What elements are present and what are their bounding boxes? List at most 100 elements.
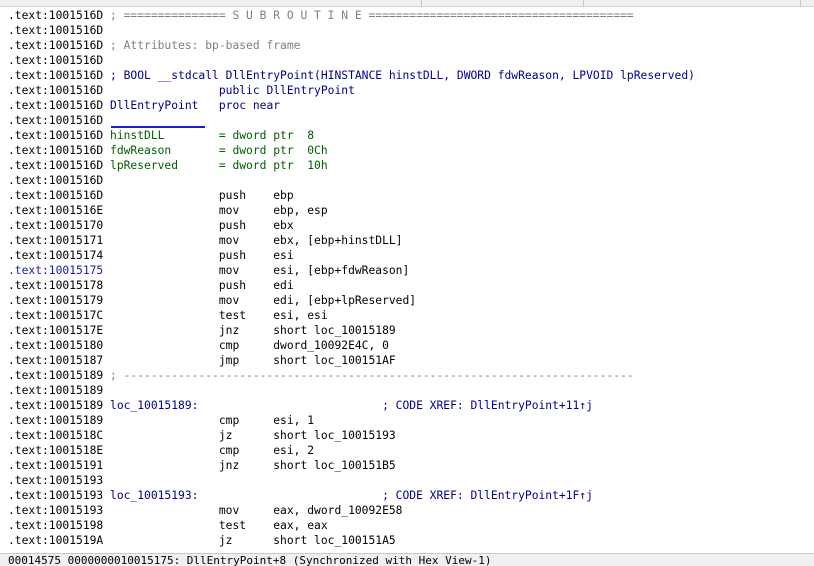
line-address: .text:1001518E: [8, 444, 104, 457]
tab-separator: [800, 0, 801, 6]
listing-line[interactable]: .text:1001516D: [8, 53, 814, 68]
listing-line[interactable]: .text:10015175 mov esi, [ebp+fdwReason]: [8, 263, 814, 278]
listing-line[interactable]: .text:10015178 push edi: [8, 278, 814, 293]
line-address: .text:1001516D: [8, 159, 104, 172]
line-address: .text:10015175: [8, 264, 104, 277]
line-text: mov eax, dword_10092E58: [103, 504, 403, 517]
line-address: .text:1001516D: [8, 114, 104, 127]
line-text: mov edi, [ebp+lpReserved]: [103, 294, 417, 307]
listing-line[interactable]: .text:1001518C jz short loc_10015193: [8, 428, 814, 443]
line-address: .text:1001516D: [8, 99, 104, 112]
line-address: .text:10015170: [8, 219, 104, 232]
listing-line[interactable]: .text:1001516D: [8, 173, 814, 188]
line-address: .text:10015198: [8, 519, 104, 532]
line-text: jz short loc_100151A5: [103, 534, 396, 547]
listing-line[interactable]: .text:1001516D DllEntryPoint proc near: [8, 98, 814, 113]
line-text: DllEntryPoint proc near: [103, 99, 281, 112]
line-address: .text:1001516D: [8, 129, 104, 142]
listing-line[interactable]: .text:10015170 push ebx: [8, 218, 814, 233]
line-address: .text:10015180: [8, 339, 104, 352]
listing-line[interactable]: .text:10015193 mov eax, dword_10092E58: [8, 503, 814, 518]
line-address: .text:1001519A: [8, 534, 104, 547]
line-address: .text:10015187: [8, 354, 104, 367]
line-text: jnz short loc_100151B5: [103, 459, 396, 472]
listing-line[interactable]: .text:1001519A jz short loc_100151A5: [8, 533, 814, 548]
line-text: ; --------------------------------------…: [103, 369, 634, 382]
listing-line[interactable]: .text:1001516D lpReserved = dword ptr 10…: [8, 158, 814, 173]
line-text: loc_10015189: ; CODE XREF: DllEntryPoint…: [103, 399, 593, 412]
line-text: mov ebx, [ebp+hinstDLL]: [103, 234, 403, 247]
listing-line[interactable]: .text:10015180 cmp dword_10092E4C, 0: [8, 338, 814, 353]
line-text: jz short loc_10015193: [103, 429, 396, 442]
listing-line[interactable]: .text:1001518E cmp esi, 2: [8, 443, 814, 458]
listing-line[interactable]: .text:1001516D ; BOOL __stdcall DllEntry…: [8, 68, 814, 83]
listing-line[interactable]: .text:10015189 ; -----------------------…: [8, 368, 814, 383]
line-address: .text:10015193: [8, 489, 104, 502]
tab-separator: [583, 0, 584, 6]
listing-line[interactable]: .text:10015191 jnz short loc_100151B5: [8, 458, 814, 473]
line-text: lpReserved = dword ptr 10h: [103, 159, 328, 172]
line-text: test esi, esi: [103, 309, 328, 322]
listing-line[interactable]: .text:10015187 jmp short loc_100151AF: [8, 353, 814, 368]
listing-line[interactable]: .text:1001517C test esi, esi: [8, 308, 814, 323]
listing-line[interactable]: .text:10015193: [8, 473, 814, 488]
line-text: cmp esi, 1: [103, 414, 315, 427]
line-address: .text:1001518C: [8, 429, 104, 442]
line-address: .text:10015193: [8, 504, 104, 517]
line-text: cmp dword_10092E4C, 0: [103, 339, 389, 352]
line-address: .text:1001516E: [8, 204, 104, 217]
line-text: loc_10015193: ; CODE XREF: DllEntryPoint…: [103, 489, 593, 502]
line-text: cmp esi, 2: [103, 444, 315, 457]
listing-line[interactable]: .text:1001516D public DllEntryPoint: [8, 83, 814, 98]
listing-line[interactable]: .text:1001516E mov ebp, esp: [8, 203, 814, 218]
line-text: push ebx: [103, 219, 294, 232]
line-address: .text:10015171: [8, 234, 104, 247]
line-address: .text:1001516D: [8, 24, 104, 37]
line-address: .text:1001516D: [8, 174, 104, 187]
line-address: .text:10015179: [8, 294, 104, 307]
line-text: push ebp: [103, 189, 294, 202]
listing-line[interactable]: .text:1001516D: [8, 23, 814, 38]
line-text: jnz short loc_10015189: [103, 324, 396, 337]
status-bar: 00014575 0000000010015175: DllEntryPoint…: [0, 553, 814, 566]
line-address: .text:1001516D: [8, 54, 104, 67]
listing-line[interactable]: .text:1001516D ; Attributes: bp-based fr…: [8, 38, 814, 53]
status-text: 00014575 0000000010015175: DllEntryPoint…: [8, 554, 492, 566]
line-text: jmp short loc_100151AF: [103, 354, 396, 367]
listing-line[interactable]: .text:10015189: [8, 383, 814, 398]
line-text: push edi: [103, 279, 294, 292]
listing-line[interactable]: .text:10015189 cmp esi, 1: [8, 413, 814, 428]
line-address: .text:1001516D: [8, 69, 104, 82]
listing-line[interactable]: .text:1001516D hinstDLL = dword ptr 8: [8, 128, 814, 143]
line-text: ; Attributes: bp-based frame: [103, 39, 301, 52]
listing-line[interactable]: .text:1001517E jnz short loc_10015189: [8, 323, 814, 338]
listing-line[interactable]: .text:1001516D fdwReason = dword ptr 0Ch: [8, 143, 814, 158]
listing-line[interactable]: .text:10015198 test eax, eax: [8, 518, 814, 533]
line-text: mov ebp, esp: [103, 204, 328, 217]
line-text: ; =============== S U B R O U T I N E ==…: [103, 9, 634, 22]
listing-line[interactable]: .text:10015179 mov edi, [ebp+lpReserved]: [8, 293, 814, 308]
line-address: .text:10015174: [8, 249, 104, 262]
line-address: .text:1001516D: [8, 9, 104, 22]
line-text: public DllEntryPoint: [103, 84, 355, 97]
line-address: .text:10015189: [8, 384, 104, 397]
listing-line[interactable]: .text:10015174 push esi: [8, 248, 814, 263]
top-tab-strip: [0, 0, 814, 7]
line-address: .text:1001517E: [8, 324, 104, 337]
line-address: .text:1001516D: [8, 84, 104, 97]
disassembly-listing[interactable]: .text:1001516D ; =============== S U B R…: [8, 8, 814, 548]
listing-line[interactable]: .text:10015189 loc_10015189: ; CODE XREF…: [8, 398, 814, 413]
line-text: test eax, eax: [103, 519, 328, 532]
listing-line[interactable]: .text:1001516D push ebp: [8, 188, 814, 203]
line-text: fdwReason = dword ptr 0Ch: [103, 144, 328, 157]
listing-line[interactable]: .text:10015171 mov ebx, [ebp+hinstDLL]: [8, 233, 814, 248]
listing-line[interactable]: .text:1001516D ; =============== S U B R…: [8, 8, 814, 23]
line-address: .text:10015191: [8, 459, 104, 472]
line-address: .text:1001517C: [8, 309, 104, 322]
listing-line[interactable]: .text:1001516D: [8, 113, 814, 128]
line-text: mov esi, [ebp+fdwReason]: [103, 264, 410, 277]
line-address: .text:1001516D: [8, 189, 104, 202]
line-address: .text:10015189: [8, 399, 104, 412]
listing-line[interactable]: .text:10015193 loc_10015193: ; CODE XREF…: [8, 488, 814, 503]
line-address: .text:10015189: [8, 414, 104, 427]
